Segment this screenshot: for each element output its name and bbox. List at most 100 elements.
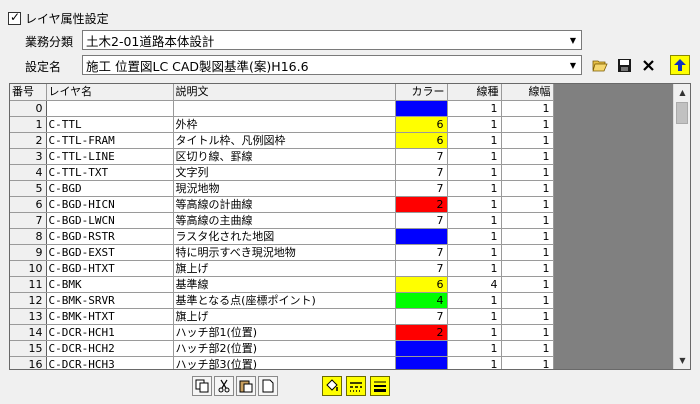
line-type-cell[interactable]: 1 [447, 228, 502, 245]
row-number-cell[interactable]: 16 [10, 356, 47, 369]
row-number-cell[interactable]: 10 [10, 260, 47, 277]
color-cell[interactable]: 7 [395, 260, 448, 277]
layer-name-cell[interactable]: C-BMK-SRVR [46, 292, 174, 309]
line-width-cell[interactable]: 1 [501, 292, 554, 309]
layer-name-cell[interactable]: C-BGD [46, 180, 174, 197]
scroll-up-icon[interactable]: ▲ [674, 84, 690, 101]
line-width-cell[interactable]: 1 [501, 100, 554, 117]
table-row[interactable]: 4 C-TTL-TXT 文字列 7 1 1 [10, 164, 554, 181]
setting-select[interactable]: 施工 位置図LC CAD製図基準(案)H16.6 ▼ [82, 55, 582, 75]
copy-button[interactable] [192, 376, 212, 396]
table-row[interactable]: 5 C-BGD 現況地物 7 1 1 [10, 180, 554, 197]
business-select[interactable]: 土木2-01道路本体設計 ▼ [82, 30, 582, 50]
table-row[interactable]: 9 C-BGD-EXST 特に明示すべき現況地物 7 1 1 [10, 244, 554, 261]
row-number-cell[interactable]: 8 [10, 228, 47, 245]
line-width-cell[interactable]: 1 [501, 116, 554, 133]
description-cell[interactable]: 等高線の計曲線 [173, 196, 396, 213]
table-row[interactable]: 0 11 [10, 100, 554, 117]
row-number-cell[interactable]: 7 [10, 212, 47, 229]
table-row[interactable]: 7 C-BGD-LWCN 等高線の主曲線 7 1 1 [10, 212, 554, 229]
table-row[interactable]: 1 C-TTL 外枠 6 1 1 [10, 116, 554, 133]
layer-name-cell[interactable]: C-BGD-HTXT [46, 260, 174, 277]
table-row[interactable]: 8 C-BGD-RSTR ラスタ化された地図 1 1 [10, 228, 554, 245]
color-cell[interactable]: 7 [395, 180, 448, 197]
line-width-cell[interactable]: 1 [501, 244, 554, 261]
color-cell[interactable]: 7 [395, 308, 448, 325]
row-number-cell[interactable]: 4 [10, 164, 47, 181]
color-cell[interactable]: 6 [395, 116, 448, 133]
line-type-cell[interactable]: 4 [447, 276, 502, 293]
fill-color-button[interactable] [322, 376, 342, 396]
description-cell[interactable]: 等高線の主曲線 [173, 212, 396, 229]
line-type-cell[interactable]: 1 [447, 100, 502, 117]
chevron-down-icon[interactable]: ▼ [565, 31, 581, 49]
table-row[interactable]: 11 C-BMK 基準線 6 4 1 [10, 276, 554, 293]
description-cell[interactable]: ハッチ部3(位置) [173, 356, 396, 369]
color-cell[interactable] [395, 356, 448, 369]
color-cell[interactable] [395, 228, 448, 245]
row-number-cell[interactable]: 1 [10, 116, 47, 133]
description-cell[interactable]: ラスタ化された地図 [173, 228, 396, 245]
layer-attr-checkbox[interactable] [8, 10, 21, 25]
line-type-cell[interactable]: 1 [447, 260, 502, 277]
layer-name-cell[interactable]: C-BMK [46, 276, 174, 293]
line-type-cell[interactable]: 1 [447, 308, 502, 325]
col-header-description[interactable]: 説明文 [173, 84, 396, 101]
col-header-line-type[interactable]: 線種 [447, 84, 502, 101]
row-number-cell[interactable]: 14 [10, 324, 47, 341]
table-row[interactable]: 16 C-DCR-HCH3 ハッチ部3(位置) 1 1 [10, 356, 554, 369]
description-cell[interactable]: ハッチ部2(位置) [173, 340, 396, 357]
row-number-cell[interactable]: 2 [10, 132, 47, 149]
line-type-cell[interactable]: 1 [447, 212, 502, 229]
description-cell[interactable]: 文字列 [173, 164, 396, 181]
description-cell[interactable]: ハッチ部1(位置) [173, 324, 396, 341]
layer-grid[interactable]: 番号 レイヤ名 説明文 カラー 線種 線幅 0 1 1 1 C-TTL 外枠 6 1 1 2 C-T… [9, 83, 691, 370]
table-row[interactable]: 13 C-BMK-HTXT 旗上げ 7 1 1 [10, 308, 554, 325]
color-cell[interactable] [395, 100, 448, 117]
table-row[interactable]: 12 C-BMK-SRVR 基準となる点(座標ポイント) 4 1 1 [10, 292, 554, 309]
line-type-cell[interactable]: 1 [447, 132, 502, 149]
row-number-cell[interactable]: 13 [10, 308, 47, 325]
line-type-cell[interactable]: 1 [447, 340, 502, 357]
layer-name-cell[interactable]: C-TTL-FRAM [46, 132, 174, 149]
line-width-cell[interactable]: 1 [501, 228, 554, 245]
line-type-cell[interactable]: 1 [447, 324, 502, 341]
line-width-cell[interactable]: 1 [501, 276, 554, 293]
color-cell[interactable]: 7 [395, 148, 448, 165]
line-type-cell[interactable]: 1 [447, 244, 502, 261]
line-width-cell[interactable]: 1 [501, 340, 554, 357]
new-button[interactable] [258, 376, 278, 396]
table-row[interactable]: 15 C-DCR-HCH2 ハッチ部2(位置) 1 1 [10, 340, 554, 357]
line-type-cell[interactable]: 1 [447, 180, 502, 197]
line-width-cell[interactable]: 1 [501, 260, 554, 277]
row-number-cell[interactable]: 15 [10, 340, 47, 357]
table-row[interactable]: 14 C-DCR-HCH1 ハッチ部1(位置) 2 1 1 [10, 324, 554, 341]
scroll-down-icon[interactable]: ▼ [674, 352, 690, 369]
color-cell[interactable]: 2 [395, 196, 448, 213]
layer-name-cell[interactable]: C-BMK-HTXT [46, 308, 174, 325]
layer-attr-checkbox-row[interactable]: レイヤ属性設定 [8, 10, 109, 26]
layer-name-cell[interactable]: C-BGD-LWCN [46, 212, 174, 229]
row-number-cell[interactable]: 0 [10, 100, 47, 117]
up-button[interactable] [670, 55, 690, 75]
layer-name-cell[interactable]: C-BGD-RSTR [46, 228, 174, 245]
line-type-cell[interactable]: 1 [447, 148, 502, 165]
line-type-cell[interactable]: 1 [447, 292, 502, 309]
color-cell[interactable]: 7 [395, 164, 448, 181]
table-row[interactable]: 10 C-BGD-HTXT 旗上げ 7 1 1 [10, 260, 554, 277]
col-header-color[interactable]: カラー [395, 84, 448, 101]
description-cell[interactable]: 特に明示すべき現況地物 [173, 244, 396, 261]
cut-button[interactable] [214, 376, 234, 396]
line-type-cell[interactable]: 1 [447, 164, 502, 181]
line-type-cell[interactable]: 1 [447, 116, 502, 133]
vertical-scrollbar[interactable]: ▲ ▼ [673, 84, 690, 369]
line-width-cell[interactable]: 1 [501, 148, 554, 165]
delete-button[interactable] [638, 55, 658, 75]
color-cell[interactable]: 2 [395, 324, 448, 341]
color-cell[interactable]: 6 [395, 276, 448, 293]
line-width-cell[interactable]: 1 [501, 132, 554, 149]
col-header-number[interactable]: 番号 [10, 84, 47, 101]
color-cell[interactable]: 4 [395, 292, 448, 309]
row-number-cell[interactable]: 11 [10, 276, 47, 293]
col-header-layer-name[interactable]: レイヤ名 [46, 84, 174, 101]
